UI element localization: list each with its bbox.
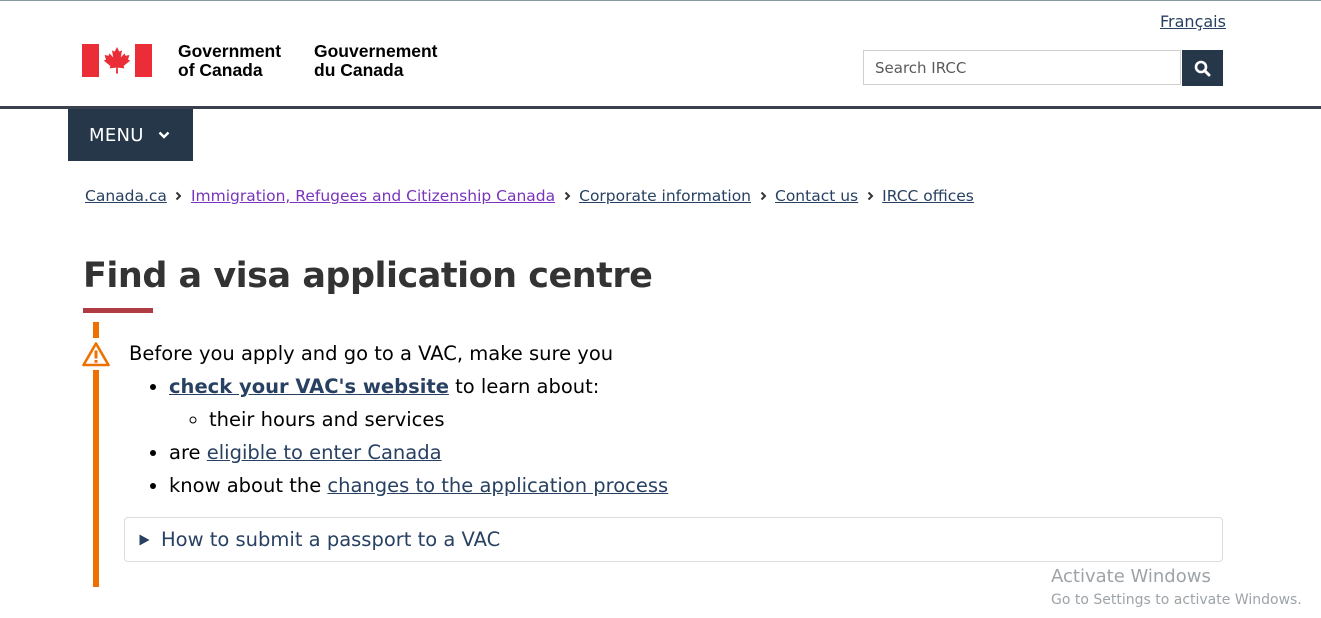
alert-intro-text: Before you apply and go to a VAC, make s… — [129, 342, 614, 365]
list-item: know about the changes to the applicatio… — [169, 469, 1229, 502]
breadcrumb-link-canada[interactable]: Canada.ca — [85, 187, 167, 205]
breadcrumb-link-ircc[interactable]: Immigration, Refugees and Citizenship Ca… — [191, 187, 555, 205]
list-item: are eligible to enter Canada — [169, 436, 1229, 469]
header-divider — [0, 106, 1321, 109]
language-toggle-link[interactable]: Français — [1160, 12, 1226, 31]
chevron-right-icon — [167, 191, 191, 201]
alert-sublist: their hours and services — [169, 403, 1229, 436]
search-input[interactable] — [863, 50, 1181, 85]
breadcrumb-link-contact-us[interactable]: Contact us — [775, 187, 858, 205]
wordmark-english: Government of Canada — [178, 42, 281, 80]
government-of-canada-logo[interactable]: Government of Canada Gouvernement du Can… — [82, 42, 452, 82]
windows-activation-watermark: Activate Windows Go to Settings to activ… — [1051, 565, 1302, 610]
search-button[interactable] — [1182, 50, 1223, 86]
alert-checklist: check your VAC's website to learn about:… — [129, 370, 1229, 502]
list-item: their hours and services — [209, 403, 1229, 436]
watermark-title: Activate Windows — [1051, 566, 1211, 587]
list-item-text: their hours and services — [209, 408, 445, 431]
wordmark-fr-line1: Gouvernement — [314, 41, 438, 61]
breadcrumb: Canada.ca Immigration, Refugees and Citi… — [85, 185, 974, 207]
list-item-text: are — [169, 441, 207, 464]
top-border — [0, 0, 1321, 1]
details-summary-label: How to submit a passport to a VAC — [161, 528, 501, 551]
warning-icon — [82, 342, 110, 367]
watermark-subtitle: Go to Settings to activate Windows. — [1051, 592, 1302, 608]
chevron-right-icon — [555, 191, 579, 201]
menu-label: MENU — [89, 124, 144, 146]
breadcrumb-link-corporate-information[interactable]: Corporate information — [579, 187, 751, 205]
wordmark-en-line1: Government — [178, 41, 282, 61]
check-vac-website-link[interactable]: check your VAC's website — [169, 375, 449, 398]
chevron-right-icon — [858, 191, 882, 201]
eligible-to-enter-canada-link[interactable]: eligible to enter Canada — [207, 441, 442, 464]
breadcrumb-link-ircc-offices[interactable]: IRCC offices — [882, 187, 974, 205]
page-title: Find a visa application centre — [83, 256, 653, 296]
chevron-down-icon — [158, 131, 170, 139]
chevron-right-icon — [751, 191, 775, 201]
wordmark-french: Gouvernement du Canada — [314, 42, 438, 80]
warning-alert-icon-container — [79, 338, 113, 370]
list-item: check your VAC's website to learn about:… — [169, 370, 1229, 436]
canada-flag-icon — [82, 44, 152, 77]
search-icon — [1194, 60, 1211, 76]
wordmark-fr-line2: du Canada — [314, 60, 404, 80]
list-item-text: to learn about: — [448, 375, 600, 398]
wordmark-en-line2: of Canada — [178, 60, 263, 80]
menu-button[interactable]: MENU — [68, 109, 193, 161]
title-underline — [83, 308, 153, 313]
list-item-text: know about the — [169, 474, 328, 497]
passport-submission-details-toggle[interactable]: How to submit a passport to a VAC — [124, 517, 1223, 562]
caret-right-icon — [139, 534, 150, 546]
warning-alert: Before you apply and go to a VAC, make s… — [129, 340, 1229, 502]
application-process-changes-link[interactable]: changes to the application process — [327, 474, 668, 497]
